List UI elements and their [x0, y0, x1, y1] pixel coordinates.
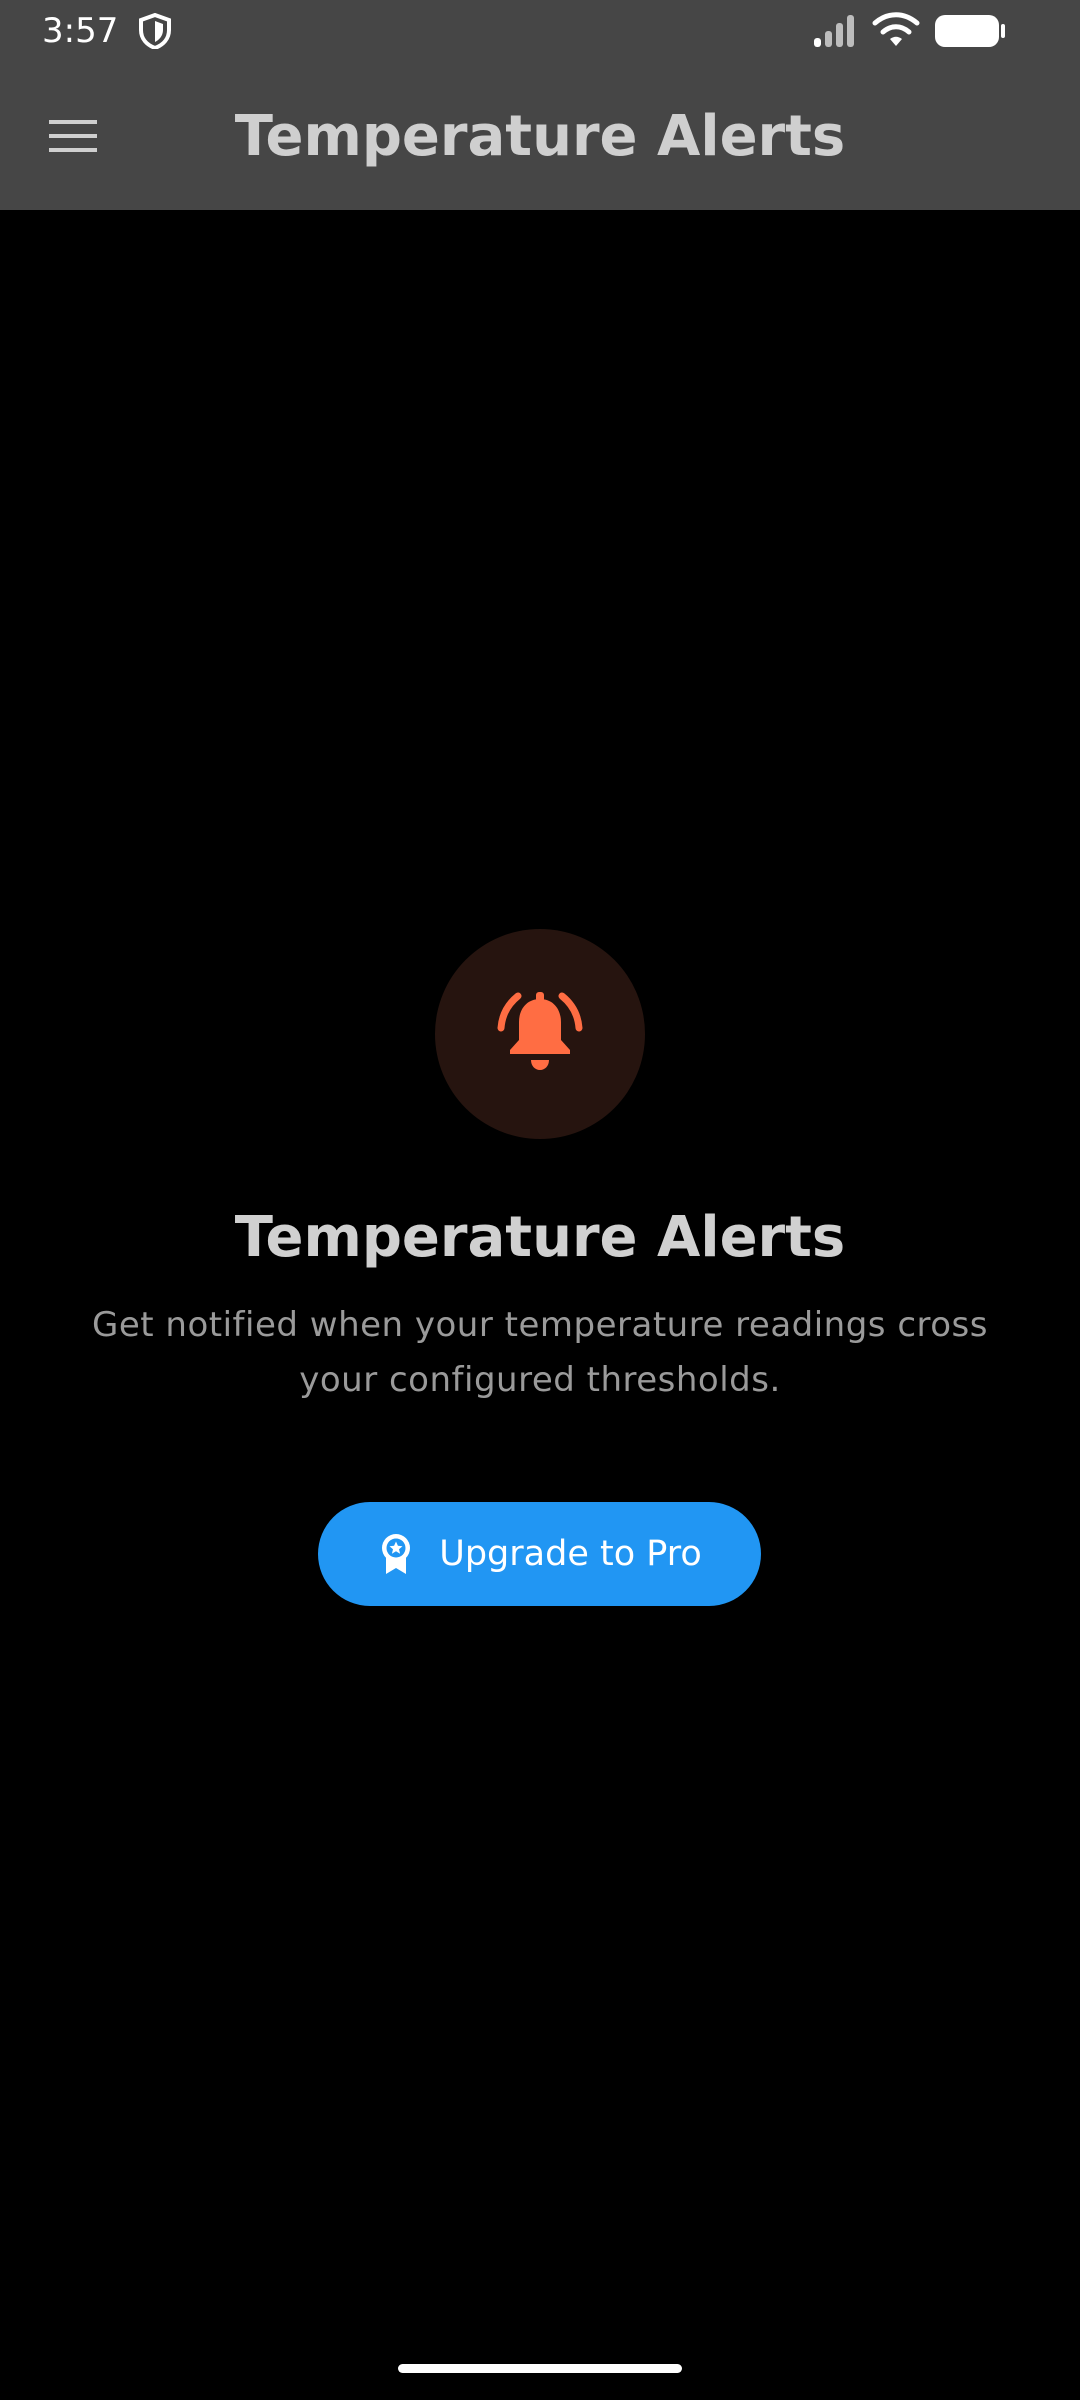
bell-ringing-icon — [497, 992, 583, 1070]
award-badge-icon — [382, 1534, 411, 1574]
alert-icon-circle — [435, 929, 645, 1139]
upgrade-to-pro-button[interactable]: Upgrade to Pro — [318, 1502, 761, 1606]
status-bar: 3:57 — [0, 0, 1080, 62]
app-bar: Temperature Alerts — [0, 62, 1080, 210]
empty-state-title: Temperature Alerts — [234, 1205, 846, 1270]
empty-state-description: Get notified when your temperature readi… — [92, 1305, 988, 1400]
app-bar-title: Temperature Alerts — [234, 104, 846, 169]
upgrade-button-label: Upgrade to Pro — [439, 1534, 702, 1574]
cellular-signal-icon — [814, 15, 854, 47]
home-indicator[interactable] — [398, 2364, 682, 2373]
battery-icon — [935, 15, 1005, 47]
screen: 3:57 Temperature Alerts Temperature Aler… — [0, 0, 1080, 2400]
shield-icon — [139, 13, 171, 49]
wifi-icon — [872, 12, 920, 46]
status-time: 3:57 — [42, 11, 119, 51]
